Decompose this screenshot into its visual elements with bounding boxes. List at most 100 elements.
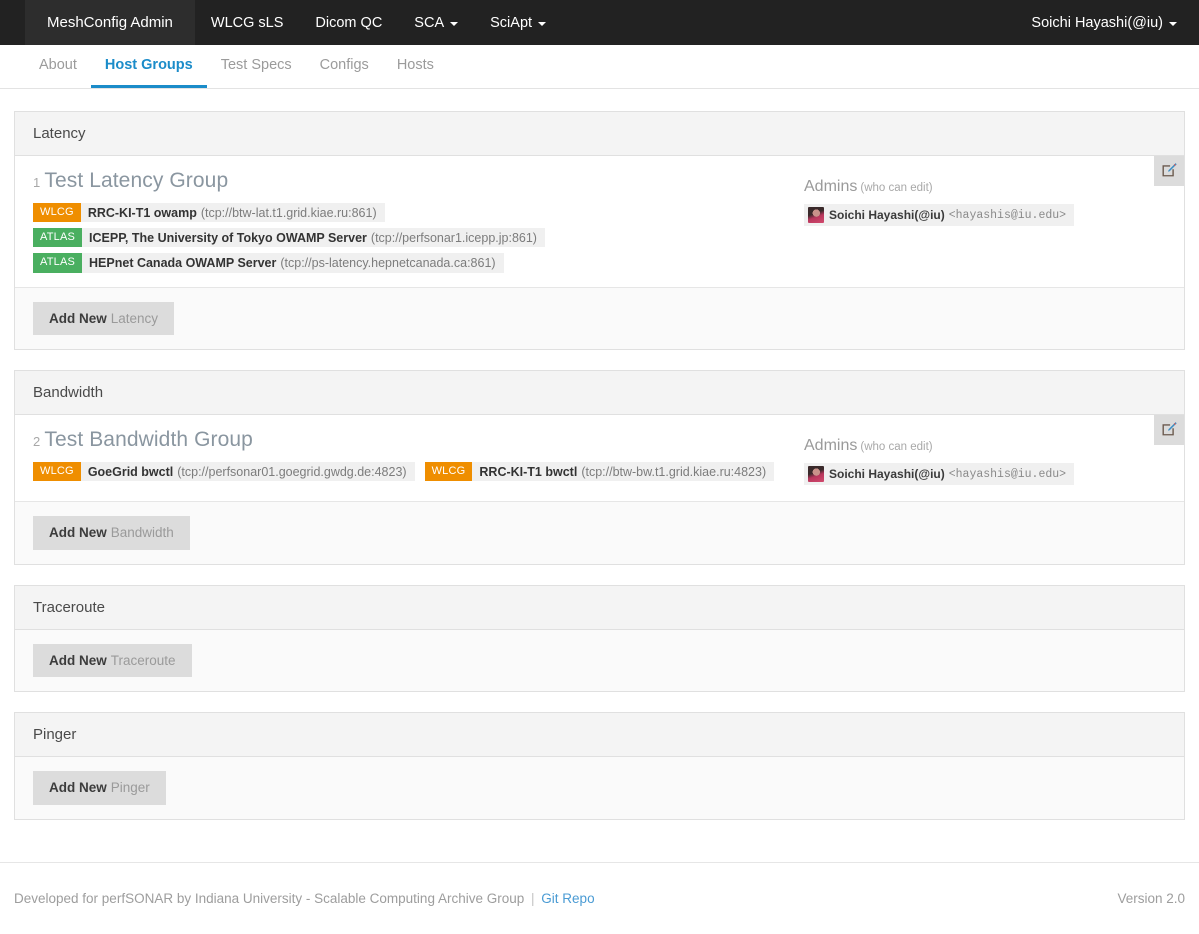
edit-pencil-square-icon (1161, 162, 1177, 181)
panel-title: Bandwidth (15, 371, 1184, 416)
edit-pencil-square-icon-button[interactable] (1154, 415, 1184, 446)
admin-chip[interactable]: Soichi Hayashi(@iu) <hayashis@iu.edu> (804, 463, 1075, 486)
navbar-link-label: WLCG sLS (210, 14, 284, 31)
tab-host-groups[interactable]: Host Groups (90, 45, 207, 88)
panel-traceroute: Traceroute Add New Traceroute (14, 584, 1185, 693)
host-name: HEPnet Canada OWAMP Server (89, 255, 277, 270)
tab-label: Host Groups (104, 57, 193, 73)
panel-title: Latency (15, 112, 1184, 156)
host-item[interactable]: WLCG RRC-KI-T1 owamp (tcp://btw-lat.t1.gri… (33, 203, 385, 223)
admins-label-text: Admins (804, 178, 858, 195)
user-menu[interactable]: Soichi Hayashi(@iu) (1031, 15, 1177, 31)
navbar-links: WLCG sLS Dicom QC SCA SciApt (195, 0, 562, 45)
admins-label: Admins (who can edit) (804, 437, 1184, 455)
user-menu-label: Soichi Hayashi(@iu) (1031, 14, 1163, 31)
admin-email: <hayashis@iu.edu> (948, 467, 1067, 481)
page-content: Latency 1 Test Latency Group WLCG RRC-KI-T1 … (0, 89, 1199, 820)
panel-bandwidth: Bandwidth 2 Test Bandwidth Group WLCG GoeGri… (14, 370, 1185, 565)
footer-separator: | (531, 891, 535, 906)
navbar-right: Soichi Hayashi(@iu) (1031, 0, 1199, 45)
admins-label: Admins (who can edit) (804, 178, 1184, 196)
host-url: (tcp://perfsonar1.icepp.jp:861) (370, 230, 537, 245)
tab-test-specs[interactable]: Test Specs (207, 45, 306, 88)
tab-about[interactable]: About (25, 45, 91, 88)
tab-configs[interactable]: Configs (306, 45, 383, 88)
host-url: (tcp://perfsonar01.goegrid.gwdg.de:4823) (177, 464, 407, 479)
add-new-prefix: Add New (49, 780, 107, 796)
top-navbar: MeshConfig Admin WLCG sLS Dicom QC SCA SciA… (0, 0, 1199, 45)
avatar (808, 207, 824, 223)
admin-email: <hayashis@iu.edu> (948, 208, 1067, 222)
add-new-kind: Bandwidth (110, 525, 174, 541)
add-new-prefix: Add New (49, 310, 107, 326)
add-new-latency-button[interactable]: Add New Latency (33, 301, 175, 336)
tab-hosts[interactable]: Hosts (383, 45, 448, 88)
host-group-details: 2 Test Bandwidth Group WLCG GoeGrid bwctl (t… (15, 427, 798, 487)
host-url: (tcp://btw-bw.t1.grid.kiae.ru:4823) (581, 464, 767, 479)
panel-title: Traceroute (15, 585, 1184, 630)
host-item[interactable]: WLCG RRC-KI-T1 bwctl (tcp://btw-bw.t1.grid… (424, 462, 775, 482)
host-group-name: Test Latency Group (44, 169, 229, 192)
host-list: WLCG RRC-KI-T1 owamp (tcp://btw-lat.t1.gri… (33, 203, 798, 273)
host-group-title[interactable]: 1 Test Latency Group (33, 168, 798, 194)
host-badge: ATLAS (33, 253, 83, 273)
admin-name: Soichi Hayashi(@iu) (829, 208, 945, 222)
add-new-bandwidth-button[interactable]: Add New Bandwidth (33, 516, 190, 550)
footer-version: Version 2.0 (1117, 891, 1185, 906)
host-group-number: 2 (33, 434, 41, 450)
tab-label: Test Specs (220, 57, 292, 73)
navbar-link-wlcg-sls[interactable]: WLCG sLS (195, 0, 300, 45)
add-new-prefix: Add New (49, 652, 107, 668)
footer-credit-text: Developed for perfSONAR by Indiana Unive… (14, 891, 525, 906)
host-group-number: 1 (33, 175, 41, 190)
navbar-link-label: Dicom QC (315, 14, 383, 31)
host-item[interactable]: ATLAS HEPnet Canada OWAMP Server (tcp://ps… (33, 253, 504, 273)
host-name: GoeGrid bwctl (87, 464, 174, 479)
navbar-brand[interactable]: MeshConfig Admin (25, 0, 195, 45)
git-repo-link[interactable]: Git Repo (541, 891, 594, 906)
navbar-link-label: SciApt (490, 14, 533, 31)
add-new-pinger-button[interactable]: Add New Pinger (33, 771, 166, 805)
admins-section: Admins (who can edit) Soichi Hayashi(@iu) <… (798, 427, 1184, 487)
host-badge: WLCG (33, 462, 81, 482)
admin-chip[interactable]: Soichi Hayashi(@iu) <hayashis@iu.edu> (804, 204, 1075, 226)
host-name: ICEPP, The University of Tokyo OWAMP Ser… (89, 230, 367, 245)
host-group-name: Test Bandwidth Group (44, 428, 253, 452)
footer-credit: Developed for perfSONAR by Indiana Unive… (14, 891, 595, 906)
host-item[interactable]: WLCG GoeGrid bwctl (tcp://perfsonar01.goeg… (33, 462, 415, 482)
avatar (808, 466, 824, 483)
admins-section: Admins (who can edit) Soichi Hayashi(@iu) <… (798, 168, 1184, 273)
host-group-title[interactable]: 2 Test Bandwidth Group (33, 427, 798, 453)
tab-label: Hosts (396, 57, 434, 73)
host-badge: WLCG (424, 462, 473, 482)
add-new-prefix: Add New (49, 525, 107, 541)
host-group-row: 1 Test Latency Group WLCG RRC-KI-T1 owamp (t… (15, 156, 1184, 288)
navbar-link-dicom-qc[interactable]: Dicom QC (299, 0, 398, 45)
panel-footer: Add New Latency (15, 287, 1184, 350)
main-tabbar: About Host Groups Test Specs Configs Hosts (0, 45, 1199, 89)
chevron-down-icon (538, 21, 547, 26)
panel-pinger: Pinger Add New Pinger (14, 712, 1185, 820)
host-url: (tcp://ps-latency.hepnetcanada.ca:861) (280, 255, 496, 270)
tab-label: Configs (319, 57, 369, 73)
navbar-link-sciapt[interactable]: SciApt (474, 0, 562, 45)
chevron-down-icon (1169, 21, 1177, 26)
page-footer: Developed for perfSONAR by Indiana Unive… (0, 862, 1199, 934)
host-badge: ATLAS (33, 228, 83, 248)
tab-label: About (39, 57, 77, 73)
edit-pencil-square-icon (1161, 421, 1177, 440)
admins-label-hint: (who can edit) (860, 182, 933, 194)
panel-footer: Add New Bandwidth (15, 502, 1184, 564)
host-group-row: 2 Test Bandwidth Group WLCG GoeGrid bwctl (t… (15, 415, 1184, 503)
edit-pencil-square-icon-button[interactable] (1154, 156, 1184, 186)
host-list: WLCG GoeGrid bwctl (tcp://perfsonar01.goeg… (33, 462, 798, 482)
host-group-details: 1 Test Latency Group WLCG RRC-KI-T1 owamp (t… (15, 168, 798, 273)
navbar-link-label: SCA (414, 14, 445, 31)
navbar-link-sca[interactable]: SCA (398, 0, 474, 45)
add-new-traceroute-button[interactable]: Add New Traceroute (33, 643, 192, 678)
panel-latency: Latency 1 Test Latency Group WLCG RRC-KI-T1 … (14, 111, 1185, 351)
panel-footer: Add New Pinger (15, 757, 1184, 819)
add-new-kind: Pinger (110, 780, 150, 796)
host-item[interactable]: ATLAS ICEPP, The University of Tokyo OWAM… (33, 228, 545, 248)
panel-title: Pinger (15, 713, 1184, 758)
